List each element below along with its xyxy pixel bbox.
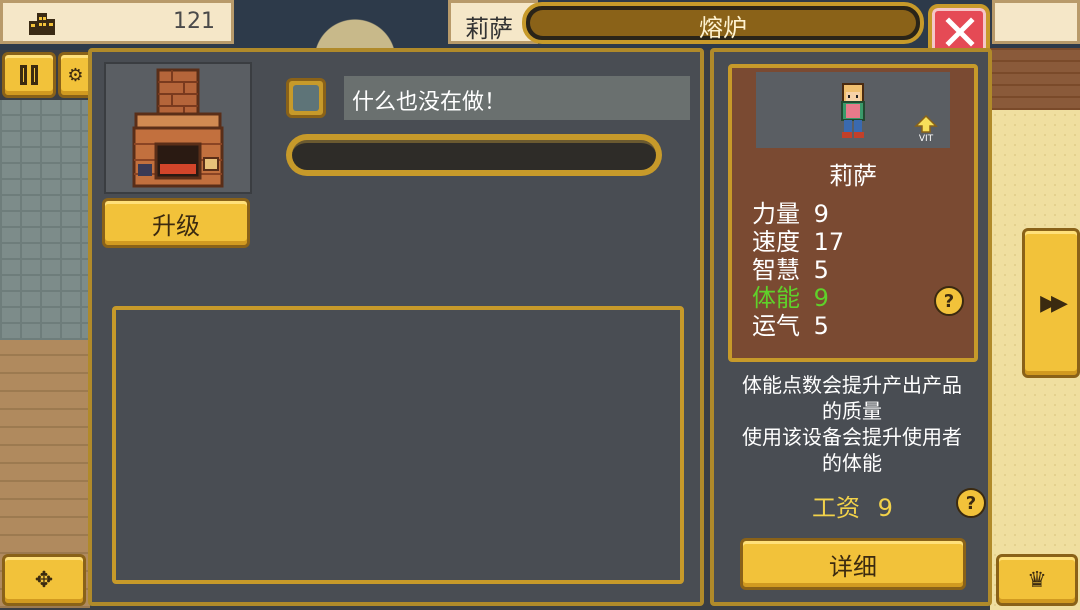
question-icon: ? (965, 492, 977, 514)
stat-value-wisdom: 5 (813, 256, 829, 284)
furnace-image (104, 62, 252, 194)
status-box: 什么也没在做！ (344, 76, 690, 120)
content-area (112, 306, 684, 584)
stat-row: 智慧 5 (752, 256, 829, 284)
moon (300, 0, 410, 50)
stat-label-wisdom: 智慧 (752, 256, 800, 284)
top-right-plate (992, 0, 1080, 44)
detail-label: 详细 (829, 552, 877, 581)
next-button[interactable]: ▶▶ (1022, 228, 1080, 378)
worker-sprite (836, 82, 870, 140)
progress-track (292, 140, 656, 170)
info-line-3: 使用该设备会提升使用者 (742, 425, 962, 449)
stat-row: 速度 17 (752, 228, 844, 256)
question-icon: ? (943, 290, 955, 312)
detail-button[interactable]: 详细 (740, 538, 966, 590)
stat-row: 力量 9 (752, 200, 829, 228)
info-text: 体能点数会提升产出产品 的质量 使用该设备会提升使用者 的体能 (716, 372, 988, 476)
pause-button[interactable] (2, 52, 56, 98)
info-line-4: 的体能 (822, 451, 882, 475)
stat-value-strength: 9 (813, 200, 829, 228)
stat-value-stamina: 9 (813, 284, 829, 312)
move-button[interactable]: ✥ (2, 554, 86, 606)
stat-value-luck: 5 (813, 312, 829, 340)
stone-floor (0, 100, 90, 340)
facility-title: 熔炉 (699, 14, 747, 42)
status-text: 什么也没在做！ (352, 90, 507, 115)
info-line-1: 体能点数会提升产出产品 (742, 373, 962, 397)
stat-label-speed: 速度 (752, 228, 800, 256)
stat-label-luck: 运气 (752, 312, 800, 340)
move-arrows-icon: ✥ (34, 567, 54, 593)
building-counter: 121 (0, 0, 234, 44)
gear-icon: ⚙ (67, 64, 84, 86)
wage-value: 9 (877, 494, 893, 522)
stat-value-speed: 17 (813, 228, 845, 256)
lvl-up-icon: VIT (914, 114, 938, 144)
building-count: 121 (173, 9, 215, 34)
wage: 工资 9 (812, 488, 893, 523)
facility-title-bar: 熔炉 (522, 2, 924, 44)
wage-help-button[interactable]: ? (956, 488, 986, 518)
upgrade-label: 升级 (152, 211, 200, 240)
stat-row: 运气 5 (752, 312, 829, 340)
crown-icon: ♛ (1027, 567, 1047, 593)
status-checkbox[interactable] (286, 78, 326, 118)
crown-button[interactable]: ♛ (996, 554, 1078, 606)
info-line-2: 的质量 (822, 399, 882, 423)
stats-help-button[interactable]: ? (934, 286, 964, 316)
close-x-icon (945, 17, 975, 47)
brick-wall (990, 48, 1080, 110)
worker-portrait-box: VIT (756, 72, 950, 148)
double-arrow-right-icon: ▶▶ (1040, 290, 1068, 316)
worker-name: 莉萨 (829, 162, 877, 190)
stat-label-strength: 力量 (752, 200, 800, 228)
progress-bar (286, 134, 662, 176)
svg-text:VIT: VIT (919, 134, 934, 142)
building-icon (27, 9, 57, 37)
settings-button[interactable]: ⚙ (58, 52, 90, 98)
stat-label-stamina: 体能 (752, 284, 800, 312)
worker-name-header: 莉萨 (465, 15, 513, 43)
stat-row: 体能 9 (752, 284, 829, 312)
wage-label: 工资 (812, 494, 860, 522)
pause-icon (20, 65, 38, 85)
upgrade-button[interactable]: 升级 (102, 198, 250, 248)
